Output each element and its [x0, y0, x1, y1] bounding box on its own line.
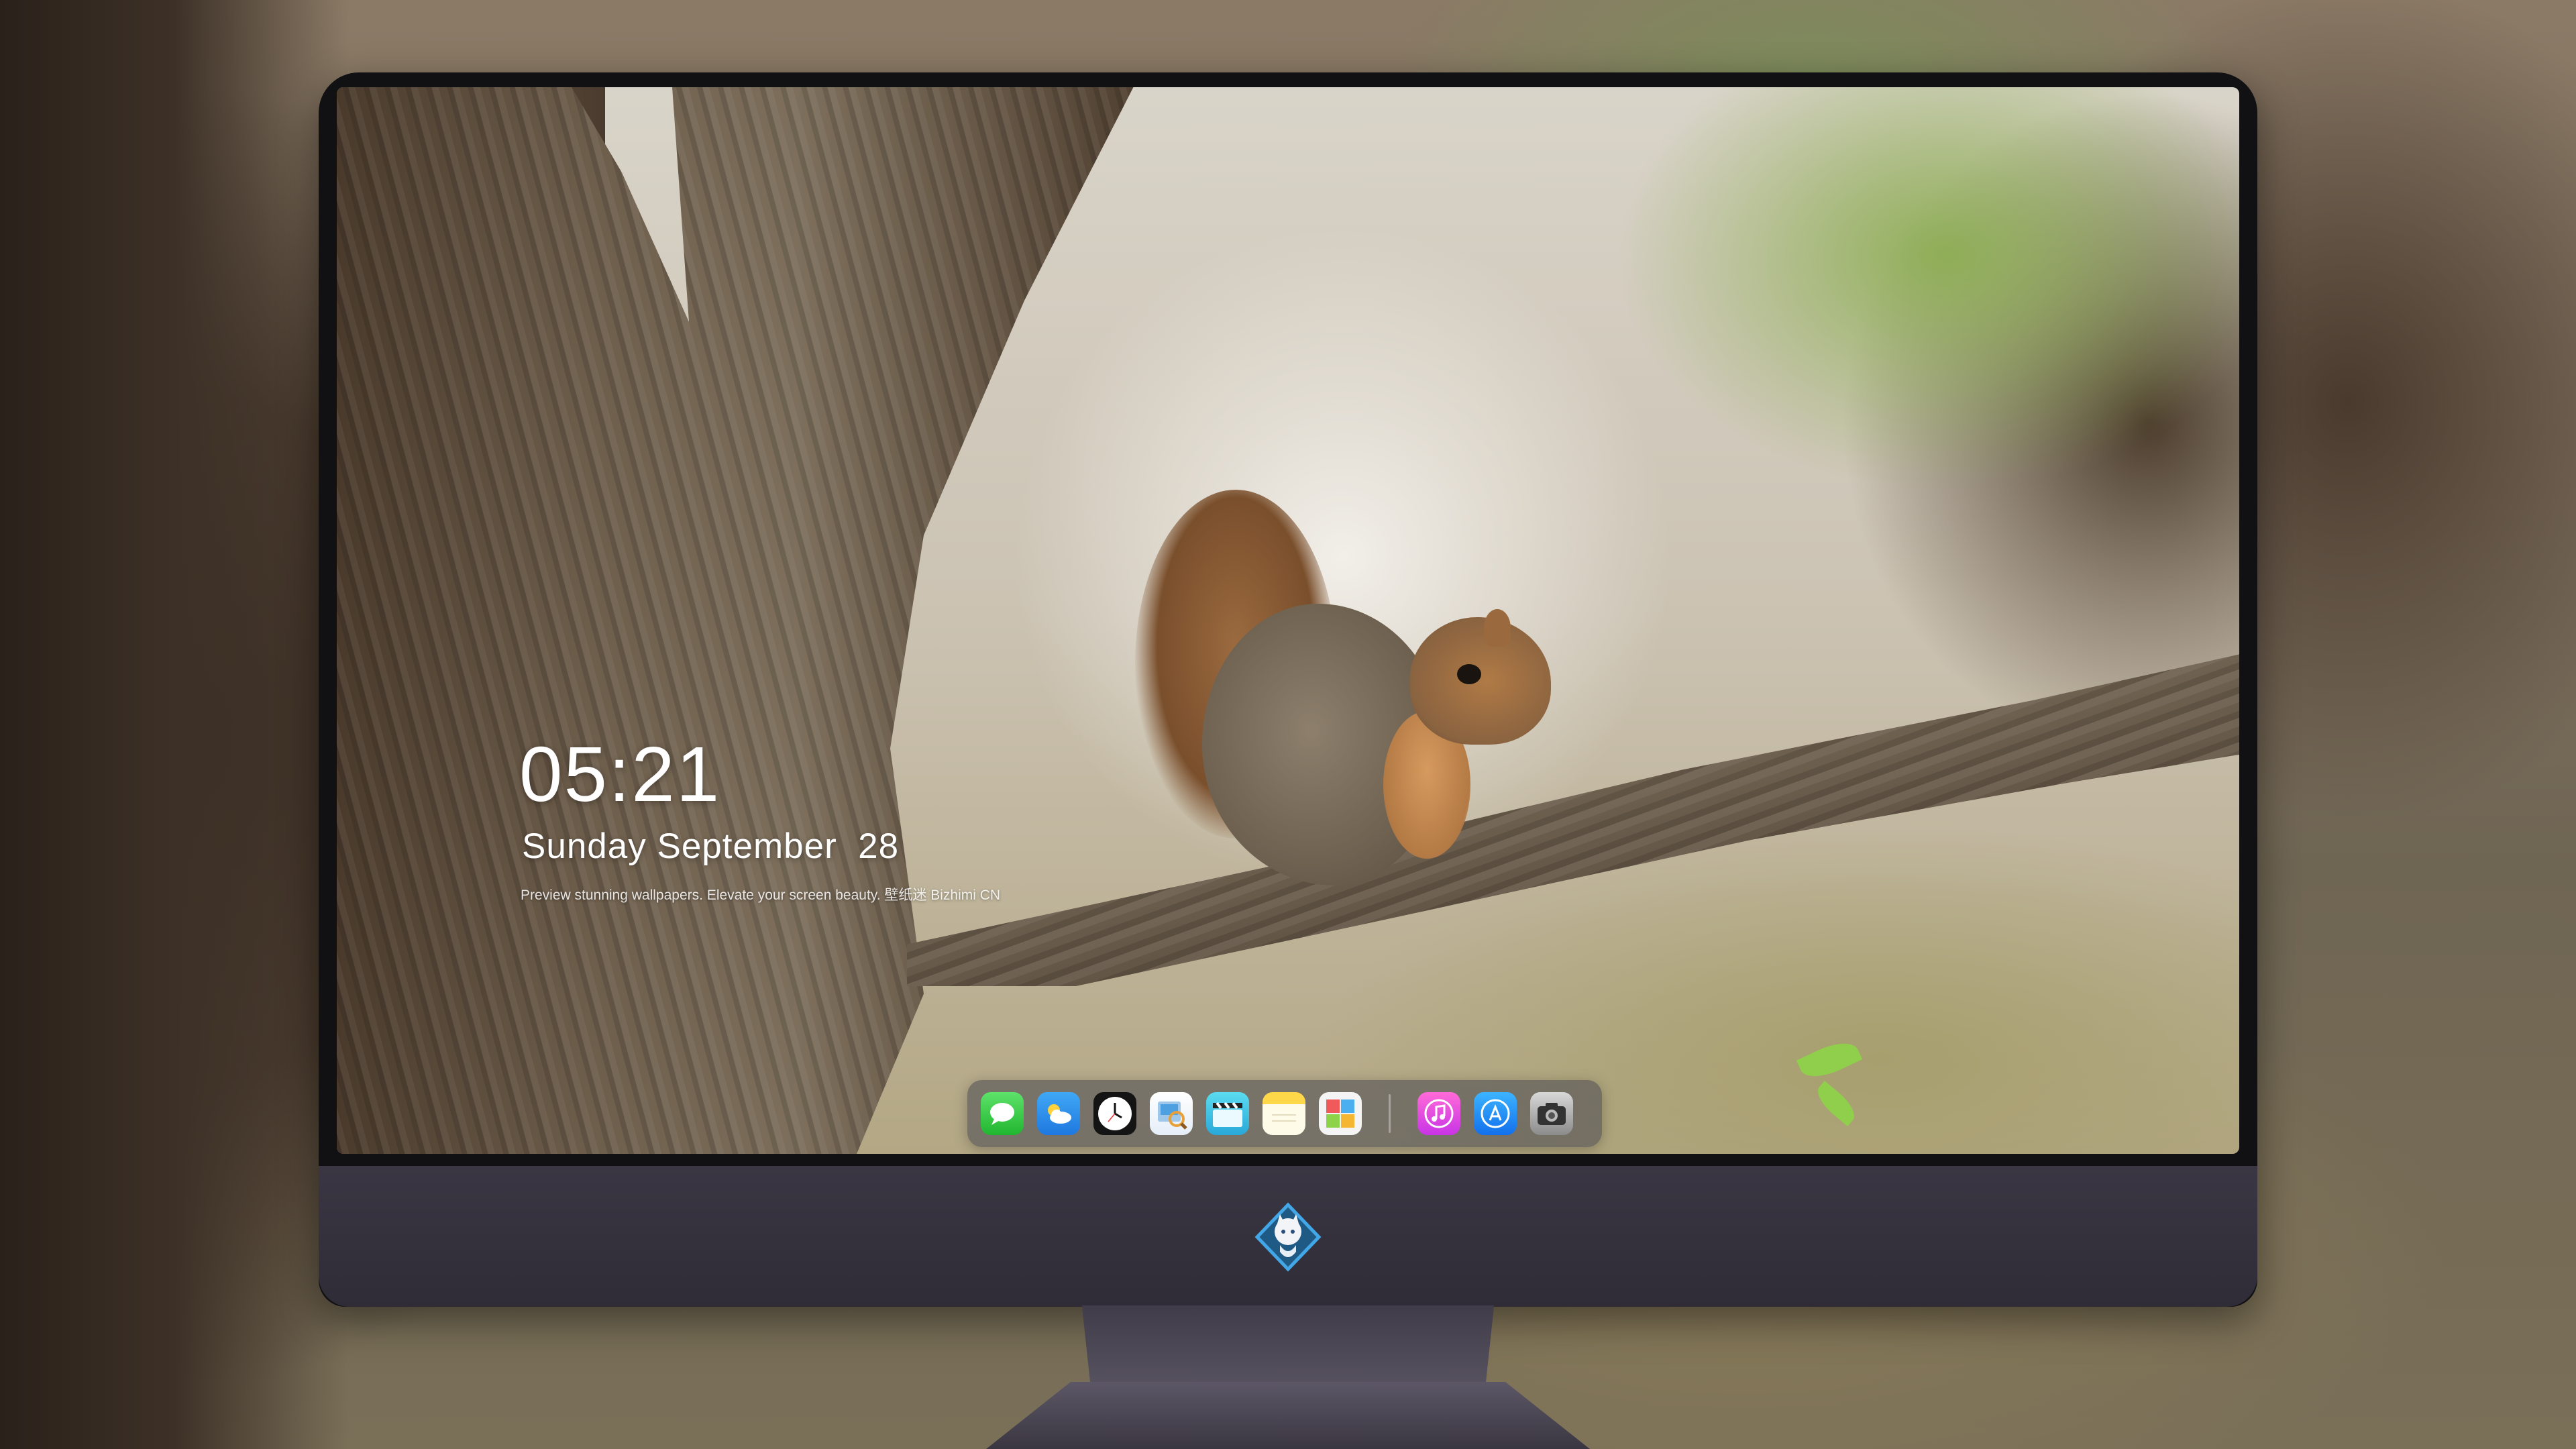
photos-icon[interactable]: [1319, 1092, 1362, 1135]
lockscreen-tagline: Preview stunning wallpapers. Elevate you…: [521, 888, 1001, 903]
music-icon[interactable]: [1417, 1092, 1460, 1135]
mascot-logo-icon: [1253, 1202, 1323, 1272]
wallpaper-branch: [907, 637, 2239, 986]
lockscreen-date: Sunday September 28: [522, 826, 900, 866]
monitor-stand-neck: [1081, 1305, 1495, 1386]
background-blurred-trunk: [0, 0, 349, 1449]
app-store-icon[interactable]: [1474, 1092, 1517, 1135]
dock: [967, 1080, 1602, 1147]
video-icon[interactable]: [1206, 1092, 1249, 1135]
weather-icon[interactable]: [1037, 1092, 1080, 1135]
wallpaper-leaf: [1796, 1034, 1863, 1085]
squirrel-ear: [1484, 609, 1511, 647]
clock-icon[interactable]: [1093, 1092, 1136, 1135]
squirrel-eye: [1457, 664, 1481, 684]
desktop-screen: 05:21 Sunday September 28 Preview stunni…: [337, 87, 2239, 1154]
messages-icon[interactable]: [981, 1092, 1024, 1135]
wallpaper-tree-trunk: [337, 87, 1134, 1154]
dock-separator: [1389, 1094, 1391, 1133]
lockscreen-time: 05:21: [519, 731, 721, 818]
monitor-stand-base: [986, 1382, 1590, 1449]
preview-icon[interactable]: [1150, 1092, 1193, 1135]
camera-icon[interactable]: [1530, 1092, 1573, 1135]
notes-icon[interactable]: [1263, 1092, 1305, 1135]
squirrel-head: [1410, 617, 1551, 745]
wallpaper-leaf: [1811, 1081, 1861, 1126]
